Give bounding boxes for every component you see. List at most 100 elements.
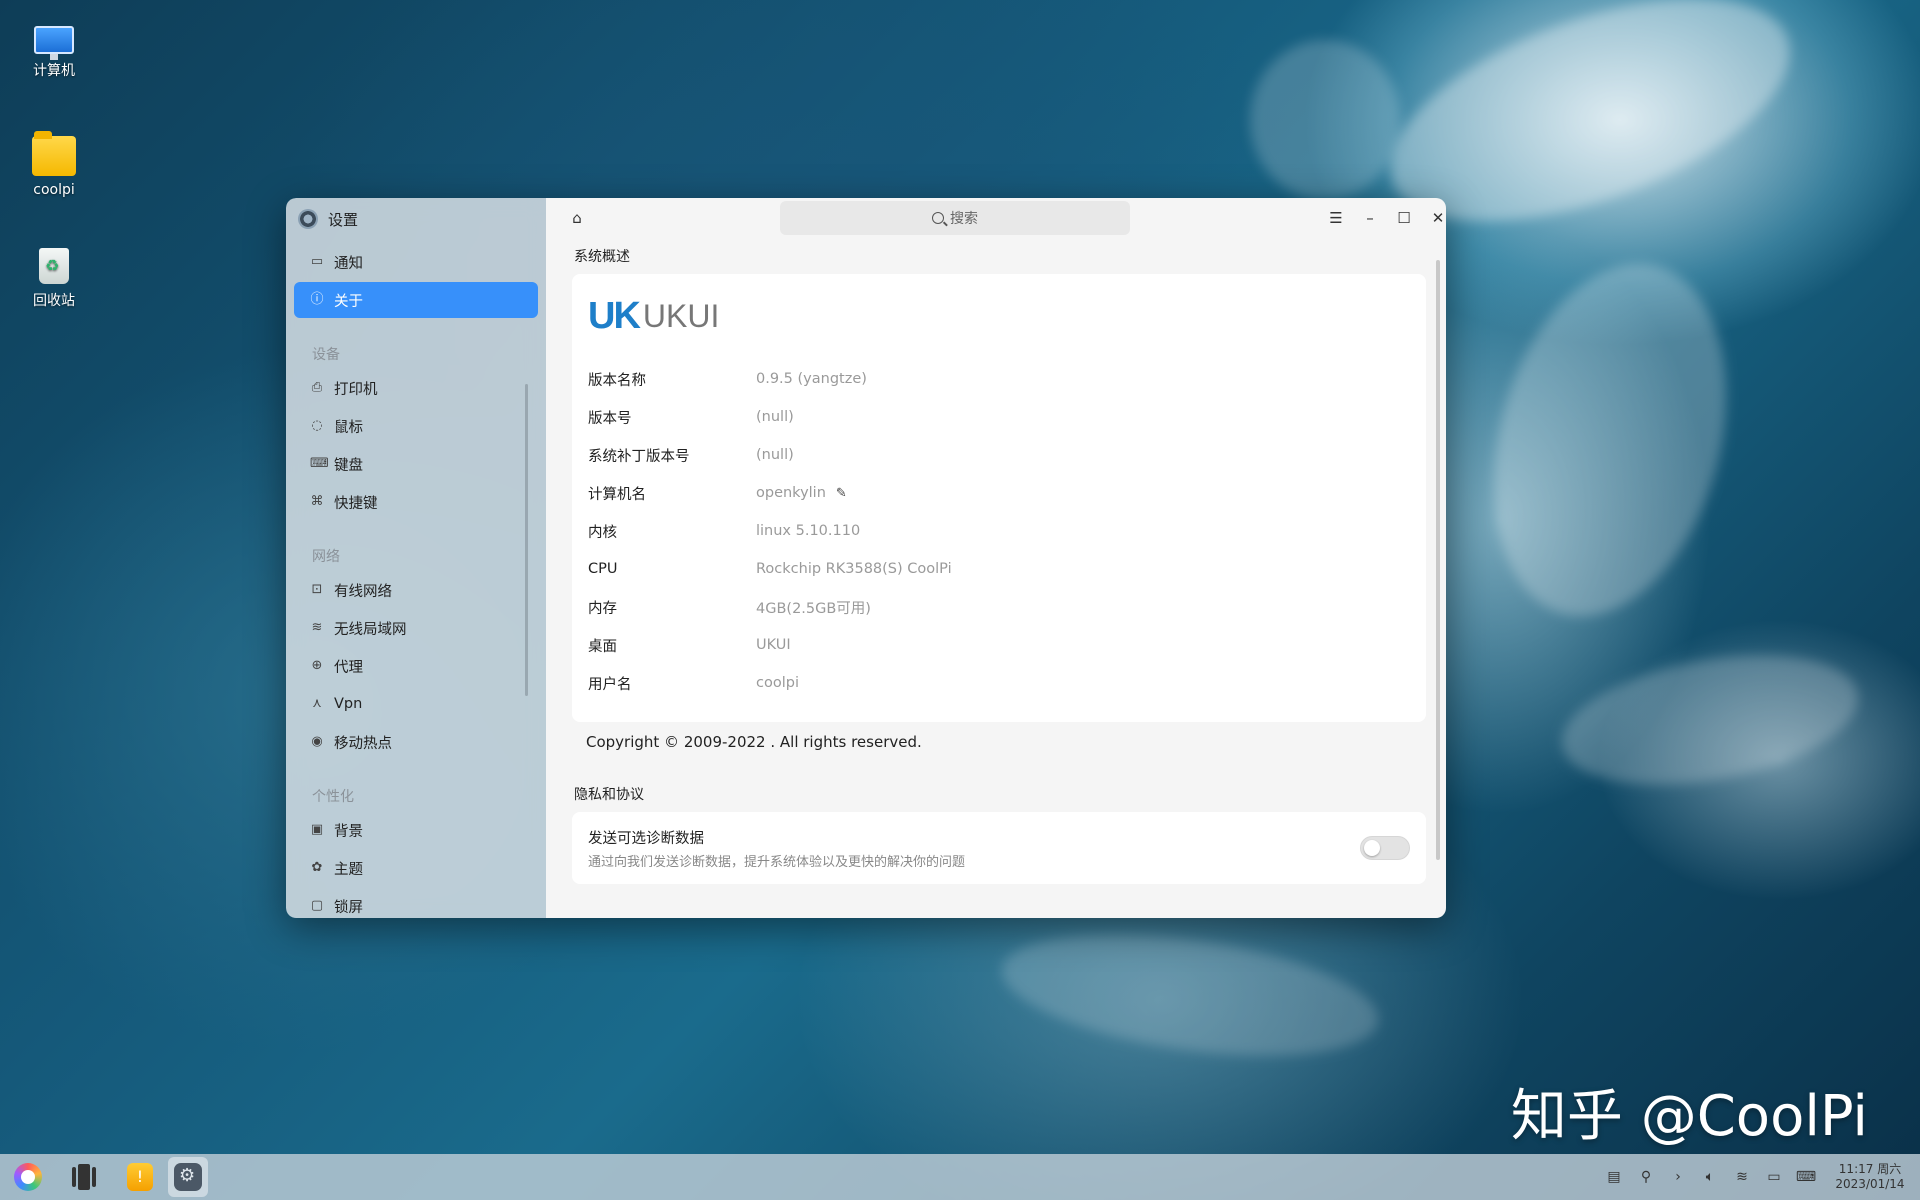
info-value: UKUI [756, 637, 791, 653]
wired-network-icon: ⊡ [311, 582, 323, 597]
info-value: (null) [756, 409, 794, 425]
sidebar-scrollbar[interactable] [525, 384, 528, 696]
shortcut-icon: ⌘ [310, 494, 324, 509]
content-scrollbar[interactable] [1436, 260, 1440, 860]
notes-app-icon: ! [127, 1163, 153, 1191]
logo-mark: UK [588, 294, 641, 337]
sidebar-item-lockscreen[interactable]: ▢ 锁屏 [294, 888, 538, 918]
notification-icon[interactable]: ▭ [1758, 1169, 1790, 1185]
message-icon: ▭ [310, 254, 324, 269]
maximize-icon: ☐ [1397, 209, 1411, 227]
trash-icon [39, 248, 69, 284]
multitask-view-button[interactable] [64, 1157, 104, 1197]
copyright-text: Copyright © 2009-2022 . All rights reser… [586, 733, 922, 751]
sidebar-item-notifications[interactable]: ▭ 通知 [294, 244, 538, 280]
settings-app-taskbar-icon [174, 1163, 202, 1191]
sidebar-item-shortcuts[interactable]: ⌘ 快捷键 [294, 484, 538, 520]
sidebar-item-printer[interactable]: ⎙ 打印机 [294, 370, 538, 406]
proxy-icon: ⊕ [311, 658, 323, 673]
close-icon: ✕ [1431, 209, 1445, 227]
ukui-logo: UK UKUI [588, 294, 1410, 337]
info-key: CPU [588, 561, 618, 577]
clock-time: 11:17 周六 [1838, 1162, 1902, 1176]
app-title: 设置 [328, 210, 359, 229]
vpn-icon: ⋏ [312, 696, 322, 711]
multitask-view-icon [72, 1164, 96, 1190]
volume-icon[interactable]: 🔈︎ [1694, 1169, 1726, 1185]
info-row-version-name: 版本名称 0.9.5 (yangtze) [588, 360, 1410, 398]
sidebar-item-theme[interactable]: ✿ 主题 [294, 850, 538, 886]
keyboard-icon[interactable]: ⌨ [1790, 1169, 1822, 1185]
sidebar-item-vpn[interactable]: ⋏ Vpn [294, 686, 538, 722]
start-menu-button[interactable] [8, 1157, 48, 1197]
sidebar-item-wifi[interactable]: ≋ 无线局域网 [294, 610, 538, 646]
diagnostics-toggle[interactable] [1360, 836, 1410, 860]
settings-window: 设置 ▭ 通知 ⓘ 关于 设备 ⎙ 打印机 ◌ 鼠标 ⌨ 键盘 ⌘ 快捷键 网络… [286, 198, 1446, 918]
logo-text: UKUI [642, 297, 720, 334]
settings-app-icon [298, 209, 318, 229]
info-key: 用户名 [588, 676, 632, 693]
taskbar-settings-app[interactable] [168, 1157, 208, 1197]
info-row-version-number: 版本号 (null) [588, 398, 1410, 436]
info-value: coolpi [756, 675, 799, 691]
sidebar-item-background[interactable]: ▣ 背景 [294, 812, 538, 848]
sidebar-item-proxy[interactable]: ⊕ 代理 [294, 648, 538, 684]
info-icon: ⓘ [310, 292, 324, 307]
privacy-card: 发送可选诊断数据 通过向我们发送诊断数据，提升系统体验以及更快的解决你的问题 [572, 812, 1426, 884]
desktop-icon-computer[interactable]: 计算机 [9, 18, 99, 80]
sidebar-item-label: 代理 [334, 659, 363, 676]
sidebar-item-about[interactable]: ⓘ 关于 [294, 282, 538, 318]
search-icon[interactable]: ⚲ [1630, 1169, 1662, 1185]
sidebar-item-keyboard[interactable]: ⌨ 键盘 [294, 446, 538, 482]
chevron-right-icon[interactable]: › [1662, 1169, 1694, 1185]
main-panel: ⌂ 搜索 ☰ – ☐ ✕ 系统概述 UK UKUI 版本名称 0.9.5 (ya… [546, 198, 1446, 918]
sidebar-item-wired[interactable]: ⊡ 有线网络 [294, 572, 538, 608]
home-button[interactable]: ⌂ [568, 209, 586, 227]
section-title-overview: 系统概述 [574, 249, 630, 265]
maximize-button[interactable]: ☐ [1392, 206, 1416, 230]
start-menu-icon [14, 1163, 42, 1191]
sidebar-item-hotspot[interactable]: ◉ 移动热点 [294, 724, 538, 760]
diagnostics-title: 发送可选诊断数据 [588, 830, 704, 847]
home-icon: ⌂ [572, 209, 582, 227]
taskbar: ! ▤ ⚲ › 🔈︎ ≋ ▭ ⌨ 11:17 周六 2023/01/14 [0, 1154, 1920, 1200]
desktop-icon-folder[interactable]: coolpi [9, 131, 99, 198]
desktop-icon-label: 计算机 [33, 63, 75, 79]
sidebar-item-label: 锁屏 [334, 899, 363, 916]
desktop-icon-trash[interactable]: 回收站 [9, 248, 99, 310]
sidebar-group-title: 设备 [312, 347, 340, 363]
wifi-icon[interactable]: ≋ [1726, 1169, 1758, 1185]
info-row-username: 用户名 coolpi [588, 664, 1410, 702]
search-icon [932, 212, 944, 224]
info-key: 版本名称 [588, 372, 646, 389]
taskbar-notes-app[interactable]: ! [120, 1157, 160, 1197]
sidebar-item-label: 通知 [334, 255, 363, 272]
info-row-hostname: 计算机名 openkylin ✎ [588, 474, 1410, 512]
lockscreen-icon: ▢ [310, 898, 324, 913]
sidebar-item-label: 移动热点 [334, 735, 392, 752]
info-key: 内核 [588, 524, 617, 541]
sidebar-item-label: 背景 [334, 823, 363, 840]
info-value: (null) [756, 447, 794, 463]
search-input[interactable]: 搜索 [780, 201, 1130, 235]
sidebar-item-label: 有线网络 [334, 583, 392, 600]
minimize-button[interactable]: – [1358, 206, 1382, 230]
info-row-memory: 内存 4GB(2.5GB可用) [588, 588, 1410, 626]
clock-date: 2023/01/14 [1835, 1177, 1905, 1191]
palette-icon: ✿ [311, 860, 323, 875]
edit-hostname-button[interactable]: ✎ [836, 486, 847, 501]
image-icon: ▣ [310, 822, 324, 837]
section-title-privacy: 隐私和协议 [574, 787, 644, 803]
menu-button[interactable]: ☰ [1324, 206, 1348, 230]
hostname-value: openkylin [756, 485, 826, 501]
about-content: 系统概述 UK UKUI 版本名称 0.9.5 (yangtze) 版本号 (n… [572, 238, 1426, 918]
clipboard-icon[interactable]: ▤ [1598, 1169, 1630, 1185]
diagnostics-description: 通过向我们发送诊断数据，提升系统体验以及更快的解决你的问题 [588, 854, 966, 870]
clock[interactable]: 11:17 周六 2023/01/14 [1830, 1162, 1910, 1192]
sidebar-item-mouse[interactable]: ◌ 鼠标 [294, 408, 538, 444]
info-key: 版本号 [588, 410, 632, 427]
close-button[interactable]: ✕ [1426, 206, 1446, 230]
keyboard-icon: ⌨ [310, 456, 329, 471]
info-key: 桌面 [588, 638, 617, 655]
sidebar-group-title: 个性化 [312, 789, 354, 805]
